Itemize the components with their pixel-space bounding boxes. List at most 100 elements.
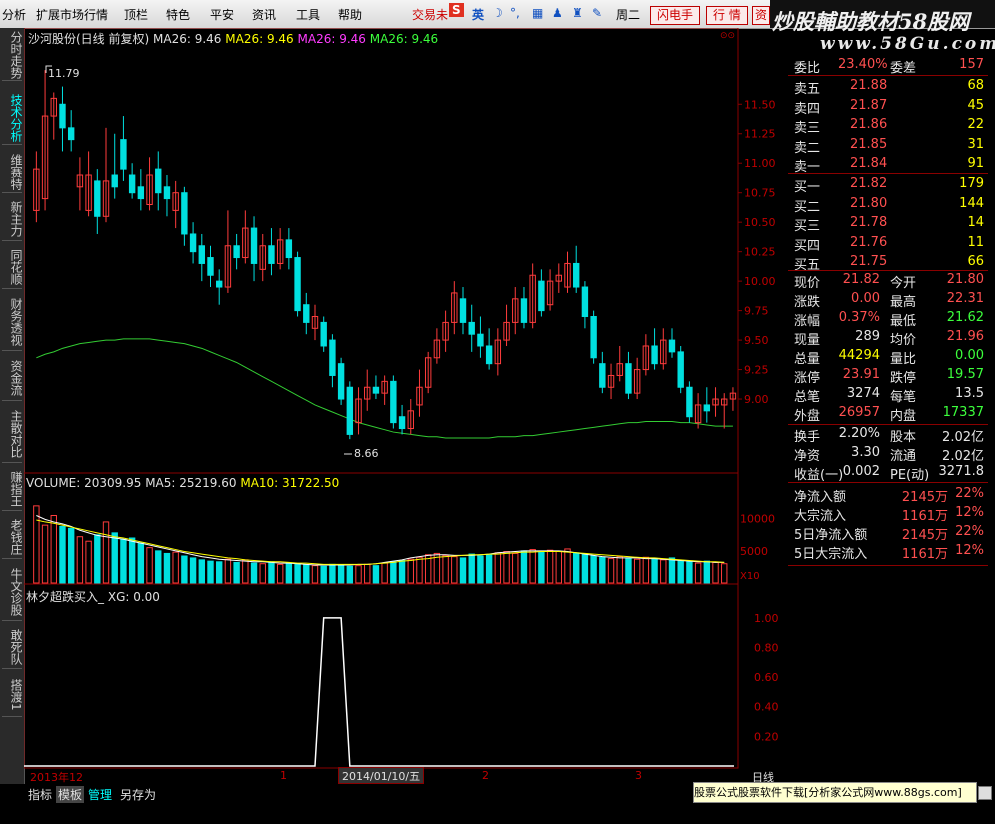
stat-row[interactable]: 总笔 3274 每笔 13.5 (790, 385, 990, 405)
volume-bar (76, 536, 84, 584)
volume-bar (329, 563, 336, 584)
quote-button[interactable]: 行 情 (706, 6, 748, 25)
quote-separator-2 (788, 173, 988, 174)
sogou-icon[interactable]: S (449, 3, 464, 17)
sell-row[interactable]: 卖四 21.87 45 (790, 97, 990, 117)
kline-chart[interactable]: 11.5011.2511.0010.7510.5010.2510.009.759… (24, 28, 794, 788)
flow-row[interactable]: 净流入额 2145万 22% (790, 485, 990, 505)
candle-layer (33, 70, 737, 440)
chart-window-controls[interactable]: ⊙⊙ (720, 31, 735, 41)
volume-bar (599, 556, 606, 584)
volume-bar (33, 505, 40, 584)
tab-manage[interactable]: 管理 (88, 786, 112, 803)
volume-bar (390, 561, 397, 584)
menu-top-bar[interactable]: 顶栏 (124, 6, 148, 23)
sell-level-label: 卖五 (794, 82, 821, 97)
ad-banner[interactable]: 股票公式股票软件下载[分析家公式网www.88gs.com] (693, 782, 977, 803)
flow-row[interactable]: 5日净流入额 2145万 22% (790, 523, 990, 543)
tab-new-main-force[interactable]: 新主力 (2, 198, 23, 241)
stat-row[interactable]: 涨幅 0.37% 最低 21.62 (790, 309, 990, 329)
tab-save-as[interactable]: 另存为 (120, 786, 156, 803)
menu-features[interactable]: 特色 (166, 6, 190, 23)
stat-row[interactable]: 涨跌 0.00 最高 22.31 (790, 290, 990, 310)
volume-bar (224, 558, 232, 584)
stat-row[interactable]: 现价 21.82 今开 21.80 (790, 271, 990, 291)
menu-extended-market[interactable]: 扩展市场行情 (36, 6, 108, 23)
tab-template[interactable]: 模板 (56, 786, 85, 803)
wrench-icon[interactable]: ✎ (592, 6, 602, 20)
stat-value-2: 13.5 (955, 386, 984, 401)
volume-bar (128, 537, 136, 584)
tab-main-retail[interactable]: 主散对比 (2, 406, 23, 463)
tab-technical-analysis[interactable]: 技术分析 (2, 92, 23, 145)
flow-row[interactable]: 5日大宗流入 1161万 12% (790, 542, 990, 562)
volume-bar (250, 562, 258, 584)
tab-tonghuashun[interactable]: 同花顺 (2, 246, 23, 289)
candle-body (181, 192, 188, 235)
stat-row[interactable]: 现量 289 均价 21.96 (790, 328, 990, 348)
trade-label[interactable]: 交易未 (412, 6, 448, 23)
tab-financial-view[interactable]: 财务透视 (2, 294, 23, 351)
menu-tools[interactable]: 工具 (296, 6, 320, 23)
info-button[interactable]: 资 (752, 6, 771, 25)
fin-row[interactable]: 净资 3.30 流通 2.02亿 (790, 444, 990, 464)
tab-zhuanzhiwang[interactable]: 赚指王 (2, 468, 23, 511)
fin-value: 2.20% (838, 426, 880, 441)
user-icon[interactable]: ♟ (552, 6, 563, 20)
ime-label[interactable]: 英 (472, 6, 484, 23)
tab-laoqianzhuang[interactable]: 老钱庄 (2, 516, 23, 559)
volume-bar (616, 556, 623, 584)
indicator-tick-label: 0.40 (754, 701, 779, 714)
menu-help[interactable]: 帮助 (338, 6, 362, 23)
menu-analysis[interactable]: 分析 (2, 6, 26, 23)
moon-icon[interactable]: ☽ (492, 6, 503, 20)
volume-bar (529, 549, 536, 584)
stat-row[interactable]: 涨停 23.91 跌停 19.57 (790, 366, 990, 386)
volume-bar (155, 550, 162, 584)
price-tick-label: 11.50 (744, 98, 776, 111)
volume-bar (111, 532, 118, 584)
tab-indicator[interactable]: 指标 (28, 786, 52, 803)
indicator-tick-label: 0.80 (754, 641, 779, 654)
fin-row[interactable]: 换手 2.20% 股本 2.02亿 (790, 425, 990, 445)
stat-label: 总笔 (794, 390, 821, 405)
left-sidebar: 分时走势 技术分析 维赛特 新主力 同花顺 财务透视 资金流 主散对比 赚指王 … (0, 28, 25, 784)
sell-row[interactable]: 卖三 21.86 22 (790, 116, 990, 136)
tab-niuwen-diagnosis[interactable]: 牛文诊股 (2, 564, 23, 621)
fin-label-2: PE(动) (890, 468, 930, 483)
tab-intraday[interactable]: 分时走势 (2, 30, 23, 81)
buy-volume: 11 (967, 234, 984, 250)
buy-level-label: 买一 (794, 180, 821, 195)
ratio-label: 委比 (794, 61, 821, 76)
punctuation-icon[interactable]: °, (510, 6, 520, 20)
candle-body (459, 298, 467, 323)
tab-gansidui[interactable]: 敢死队 (2, 626, 23, 669)
resize-grip-icon[interactable] (978, 786, 992, 800)
tab-dadu[interactable]: 搭渡1 (2, 674, 23, 717)
buy-row[interactable]: 买三 21.78 14 (790, 214, 990, 234)
flow-row[interactable]: 大宗流入 1161万 12% (790, 504, 990, 524)
keyboard-icon[interactable]: ▦ (532, 6, 543, 20)
x-label-m3: 3 (635, 769, 642, 782)
sell-row[interactable]: 卖二 21.85 31 (790, 136, 990, 156)
tab-money-flow[interactable]: 资金流 (2, 356, 23, 401)
order-ratio-row[interactable]: 委比 23.40% 委差 157 (790, 56, 990, 76)
stat-row[interactable]: 总量 44294 量比 0.00 (790, 347, 990, 367)
fin-row[interactable]: 收益(一) 0.002 PE(动) 3271.8 (790, 463, 990, 483)
tab-weisaite[interactable]: 维赛特 (2, 152, 23, 193)
shirt-icon[interactable]: ♜ (572, 6, 583, 20)
volume-bar (555, 551, 562, 584)
menu-pingan[interactable]: 平安 (210, 6, 234, 23)
buy-row[interactable]: 买四 21.76 11 (790, 234, 990, 254)
candle-body (651, 345, 658, 365)
volume-bar (320, 565, 327, 584)
buy-row[interactable]: 买一 21.82 179 (790, 175, 990, 195)
buy-row[interactable]: 买二 21.80 144 (790, 195, 990, 215)
sell-row[interactable]: 卖一 21.84 91 (790, 155, 990, 175)
stat-row[interactable]: 外盘 26957 内盘 17337 (790, 404, 990, 424)
candle-body (320, 321, 327, 347)
menu-news[interactable]: 资讯 (252, 6, 276, 23)
sell-row[interactable]: 卖五 21.88 68 (790, 77, 990, 97)
volume-bar (337, 564, 345, 584)
flash-trade-button[interactable]: 闪电手 (650, 6, 701, 25)
